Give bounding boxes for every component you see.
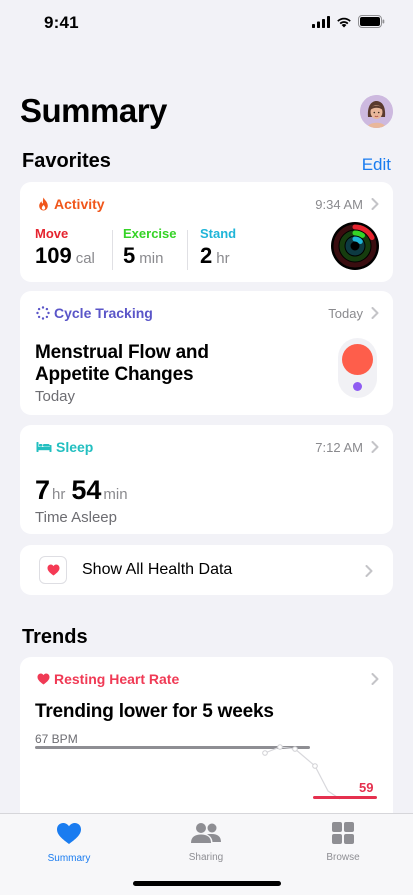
current-value-label: 59 — [359, 780, 374, 795]
exercise-unit: min — [139, 250, 164, 267]
symptom-dot — [353, 382, 362, 391]
page-title: Summary — [20, 92, 167, 129]
activity-time: 9:34 AM — [315, 196, 363, 212]
sleep-minutes: 54 — [71, 475, 102, 505]
favorites-header: Favorites — [22, 150, 111, 172]
move-metric: Move 109 cal — [35, 226, 95, 269]
heart-title: Resting Heart Rate — [54, 671, 180, 687]
stand-label: Stand — [200, 226, 237, 241]
stand-unit: hr — [216, 250, 230, 267]
tab-sharing-label: Sharing — [188, 852, 224, 863]
status-bar: 9:41 — [0, 0, 413, 48]
sleep-duration: 7 hr 54 min — [35, 475, 128, 506]
current-value-bar — [313, 796, 377, 799]
heart-trend-sparkline — [262, 744, 341, 800]
metric-divider — [187, 230, 188, 270]
activity-card[interactable]: Activity 9:34 AM Move 109 cal Exercise 5m… — [20, 182, 393, 282]
chevron-right-icon — [371, 673, 379, 685]
heart-fill-icon — [57, 823, 81, 844]
activity-title: Activity — [54, 196, 105, 212]
tab-sharing[interactable]: Sharing — [156, 822, 256, 863]
show-all-health-data-button[interactable]: Show All Health Data — [20, 545, 393, 595]
status-time: 9:41 — [44, 13, 79, 32]
home-indicator[interactable] — [133, 881, 281, 886]
sleep-sub: Time Asleep — [35, 509, 117, 526]
cellular-signal-icon — [312, 15, 330, 28]
cycle-headline: Menstrual Flow and Appetite Changes Toda… — [35, 342, 209, 405]
health-app-icon — [39, 556, 67, 584]
move-label: Move — [35, 226, 69, 241]
cycle-tracking-card[interactable]: Cycle Tracking Today Menstrual Flow and … — [20, 291, 393, 415]
bed-icon — [36, 440, 52, 454]
people-icon — [191, 823, 221, 843]
memoji-avatar-icon — [360, 95, 393, 128]
sleep-card[interactable]: Sleep 7:12 AM 7 hr 54 min Time Asleep — [20, 425, 393, 534]
avatar[interactable] — [360, 95, 393, 128]
activity-card-header: Activity 9:34 AM — [36, 194, 379, 214]
tab-summary[interactable]: Summary — [19, 822, 119, 864]
cycle-tracking-icon — [36, 306, 50, 320]
chevron-right-icon — [371, 198, 379, 210]
metric-divider — [112, 230, 113, 270]
stand-metric: Stand 2 hr — [200, 226, 236, 269]
tab-summary-label: Summary — [47, 853, 91, 864]
tab-browse-label: Browse — [326, 852, 360, 863]
trends-header: Trends — [22, 626, 88, 648]
heart-icon — [36, 672, 50, 686]
wifi-icon — [337, 17, 351, 27]
chevron-right-icon — [371, 307, 379, 319]
cycle-card-header: Cycle Tracking Today — [36, 303, 379, 323]
cycle-time: Today — [328, 305, 363, 321]
sleep-time: 7:12 AM — [315, 439, 363, 455]
move-unit: cal — [75, 250, 95, 267]
sleep-minutes-unit: min — [103, 486, 128, 503]
tab-browse[interactable]: Browse — [293, 822, 393, 863]
resting-heart-rate-card[interactable]: Resting Heart Rate Trending lower for 5 … — [20, 657, 393, 827]
exercise-value: 5 — [123, 243, 136, 268]
edit-button[interactable]: Edit — [362, 155, 391, 175]
cycle-title: Cycle Tracking — [54, 305, 153, 321]
activity-rings-icon — [331, 222, 379, 275]
cycle-sub: Today — [35, 388, 76, 405]
stand-value: 2 — [200, 243, 213, 268]
sleep-hours: 7 — [35, 475, 51, 505]
exercise-label: Exercise — [123, 226, 177, 241]
battery-icon — [358, 15, 385, 28]
cycle-headline-line1: Menstrual Flow and — [35, 342, 209, 363]
chevron-right-icon — [371, 441, 379, 453]
heart-headline: Trending lower for 5 weeks — [35, 701, 274, 722]
flame-icon — [36, 197, 50, 211]
status-icons — [312, 15, 385, 28]
grid-icon — [332, 822, 354, 844]
sleep-hours-unit: hr — [52, 486, 66, 503]
chevron-right-icon — [365, 564, 373, 582]
show-all-label: Show All Health Data — [82, 561, 233, 578]
cycle-headline-line2: Appetite Changes — [35, 364, 194, 385]
exercise-metric: Exercise 5 min — [123, 226, 177, 269]
sleep-title: Sleep — [56, 439, 94, 455]
heart-card-header: Resting Heart Rate — [36, 669, 379, 689]
sleep-card-header: Sleep 7:12 AM — [36, 437, 379, 457]
period-dot — [342, 344, 373, 375]
cycle-day-indicator — [338, 338, 377, 398]
baseline-label: 67 BPM — [35, 732, 78, 746]
move-value: 109 — [35, 243, 72, 268]
